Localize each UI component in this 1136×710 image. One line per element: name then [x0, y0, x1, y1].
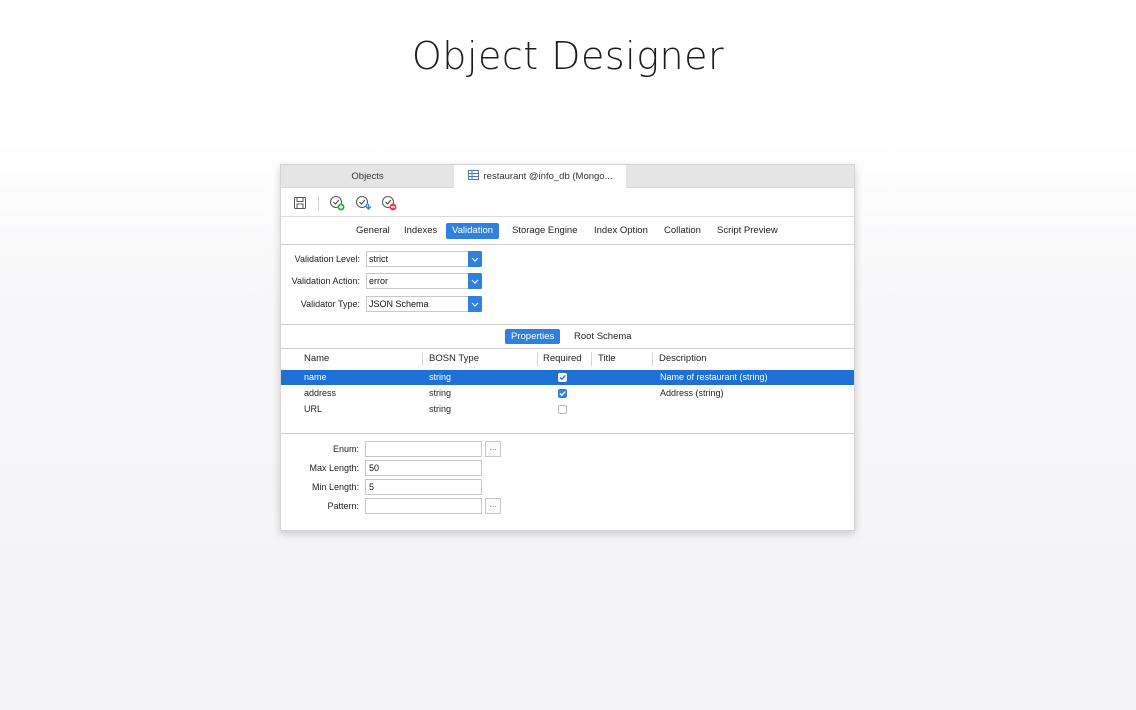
validator-type-value: JSON Schema — [369, 299, 429, 309]
properties-grid-header: Name BOSN Type Required Title Descriptio… — [281, 349, 854, 369]
subtab-indexes[interactable]: Indexes — [398, 223, 443, 239]
validate-remove-icon[interactable] — [381, 195, 397, 211]
validate-import-icon[interactable] — [355, 195, 371, 211]
toolbar — [281, 189, 854, 217]
cell-description: Address (string) — [660, 388, 724, 398]
validator-type-select[interactable]: JSON Schema — [366, 296, 482, 312]
validator-type-row: Validator Type: — [281, 296, 360, 312]
pattern-label: Pattern: — [327, 501, 359, 511]
column-separator — [652, 352, 653, 366]
column-separator — [422, 352, 423, 366]
validation-level-label: Validation Level: — [294, 254, 360, 264]
cell-name: address — [304, 388, 337, 398]
subtab-general[interactable]: General — [350, 223, 396, 239]
subtab-storage-engine[interactable]: Storage Engine — [506, 223, 584, 239]
cell-name: name — [304, 372, 327, 382]
table-row[interactable]: URL string — [281, 402, 854, 417]
subtab-script-preview[interactable]: Script Preview — [711, 223, 784, 239]
table-edit-icon — [467, 170, 479, 180]
max-length-row: Max Length: — [281, 460, 359, 476]
max-length-label: Max Length: — [309, 463, 359, 473]
cell-description: Name of restaurant (string) — [660, 372, 768, 382]
chevron-down-icon[interactable] — [468, 296, 482, 312]
tab-objects[interactable]: Objects — [281, 165, 454, 188]
validator-type-label: Validator Type: — [300, 299, 360, 309]
validation-level-value: strict — [369, 254, 388, 264]
min-length-row: Min Length: — [281, 479, 359, 495]
designer-subtabs: General Indexes Validation Storage Engin… — [281, 218, 854, 245]
subtab-validation[interactable]: Validation — [446, 223, 500, 239]
page-title: Object Designer — [411, 34, 725, 78]
chevron-down-icon[interactable] — [468, 251, 482, 267]
validation-action-label: Validation Action: — [291, 276, 360, 286]
min-length-label: Min Length: — [311, 482, 359, 492]
table-row[interactable]: address string Address (string) — [281, 386, 854, 401]
required-checkbox[interactable] — [558, 389, 567, 398]
column-header-description[interactable]: Description — [659, 349, 707, 369]
column-header-required[interactable]: Required — [543, 349, 582, 369]
validation-action-value: error — [369, 276, 389, 286]
cell-type: string — [429, 372, 452, 382]
pattern-input[interactable] — [365, 498, 482, 514]
tab-root-schema[interactable]: Root Schema — [568, 329, 638, 344]
toolbar-separator — [318, 196, 319, 210]
column-separator — [591, 352, 592, 366]
chevron-down-icon[interactable] — [468, 273, 482, 289]
cell-type: string — [429, 388, 452, 398]
validation-level-select[interactable]: strict — [366, 251, 482, 267]
min-length-input[interactable]: 5 — [365, 479, 482, 495]
divider — [281, 433, 854, 434]
max-length-input[interactable]: 50 — [365, 460, 482, 476]
pattern-row: Pattern: — [281, 498, 359, 514]
enum-row: Enum: — [281, 441, 359, 457]
subtab-collation[interactable]: Collation — [658, 223, 707, 239]
save-icon[interactable] — [292, 195, 308, 211]
column-header-title[interactable]: Title — [598, 349, 616, 369]
subtab-index-option[interactable]: Index Option — [588, 223, 654, 239]
object-designer-window: Objects restaurant @info_db (Mongo... Ge… — [280, 164, 855, 531]
column-header-type[interactable]: BOSN Type — [429, 349, 479, 369]
tab-restaurant-label: restaurant @info_db (Mongo... — [483, 171, 613, 182]
validation-action-select[interactable]: error — [366, 273, 482, 289]
column-separator — [537, 352, 538, 366]
tab-bar: Objects restaurant @info_db (Mongo... — [281, 165, 854, 189]
pattern-ellipsis-button[interactable]: ... — [485, 498, 501, 514]
enum-ellipsis-button[interactable]: ... — [485, 441, 501, 457]
validation-action-row: Validation Action: — [281, 273, 360, 289]
column-header-name[interactable]: Name — [304, 349, 329, 369]
tab-properties[interactable]: Properties — [505, 329, 561, 344]
table-row[interactable]: name string Name of restaurant (string) — [281, 370, 854, 385]
enum-input[interactable] — [365, 441, 482, 457]
divider — [281, 324, 854, 325]
cell-name: URL — [304, 404, 323, 414]
validation-level-row: Validation Level: — [281, 251, 360, 267]
tab-restaurant-collection[interactable]: restaurant @info_db (Mongo... — [454, 165, 626, 189]
required-checkbox[interactable] — [558, 405, 567, 414]
validate-add-icon[interactable] — [329, 195, 345, 211]
enum-label: Enum: — [332, 444, 359, 454]
required-checkbox[interactable] — [558, 373, 567, 382]
cell-type: string — [429, 404, 452, 414]
